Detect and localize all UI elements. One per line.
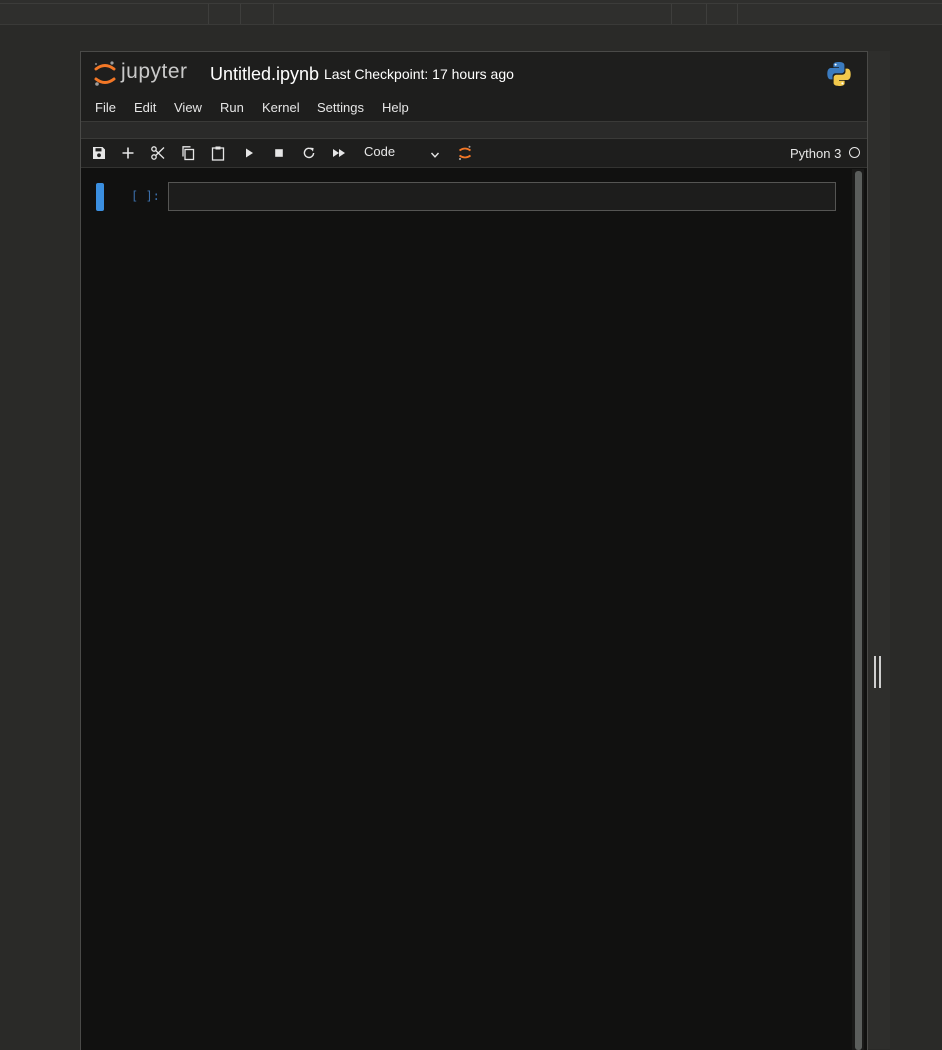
- menu-bar: File Edit View Run Kernel Settings Help: [81, 94, 867, 122]
- cut-icon[interactable]: [150, 145, 166, 161]
- menu-edit[interactable]: Edit: [134, 100, 156, 115]
- tab-divider: [737, 4, 738, 24]
- menu-run[interactable]: Run: [220, 100, 244, 115]
- grip-line: [874, 656, 876, 688]
- run-icon[interactable]: [241, 145, 257, 161]
- tab-divider: [273, 4, 274, 24]
- cell-type-value: Code: [364, 144, 396, 159]
- resize-handle[interactable]: [874, 656, 882, 688]
- cell-type-select[interactable]: Code: [364, 144, 440, 162]
- sub-bar: [81, 122, 867, 139]
- scrollbar-thumb[interactable]: [855, 171, 862, 1050]
- notebook-title[interactable]: Untitled.ipynb: [210, 64, 319, 85]
- code-cell-input[interactable]: [168, 182, 836, 211]
- jupyter-logo-icon[interactable]: [93, 60, 117, 88]
- chevron-down-icon: [430, 148, 440, 158]
- notebook-window: jupyter Untitled.ipynb Last Checkpoint: …: [80, 51, 868, 1050]
- python-logo-icon: [826, 61, 852, 87]
- save-icon[interactable]: [91, 145, 107, 161]
- notebook-header: jupyter Untitled.ipynb Last Checkpoint: …: [81, 52, 867, 95]
- tab-divider: [240, 4, 241, 24]
- add-icon[interactable]: [120, 145, 136, 161]
- jupyter-icon[interactable]: [457, 145, 473, 161]
- active-cell-marker[interactable]: [96, 183, 104, 211]
- menu-settings[interactable]: Settings: [317, 100, 364, 115]
- fast-forward-icon[interactable]: [331, 145, 347, 161]
- tab-divider: [671, 4, 672, 24]
- tab-divider: [208, 4, 209, 24]
- last-checkpoint: Last Checkpoint: 17 hours ago: [324, 66, 514, 82]
- kernel-name[interactable]: Python 3: [790, 146, 841, 161]
- restart-icon[interactable]: [301, 145, 317, 161]
- top-strip-line: [0, 3, 942, 4]
- top-tab-strip: [0, 0, 942, 25]
- cell-prompt: [ ]:: [131, 189, 160, 203]
- menu-file[interactable]: File: [95, 100, 116, 115]
- copy-icon[interactable]: [180, 145, 196, 161]
- window-shadow: [866, 51, 890, 1049]
- menu-view[interactable]: View: [174, 100, 202, 115]
- menu-help[interactable]: Help: [382, 100, 409, 115]
- paste-icon[interactable]: [210, 145, 226, 161]
- tab-divider: [706, 4, 707, 24]
- jupyter-logo-text: jupyter: [121, 60, 188, 83]
- grip-line: [879, 656, 881, 688]
- stop-icon[interactable]: [271, 145, 287, 161]
- menu-kernel[interactable]: Kernel: [262, 100, 300, 115]
- notebook-toolbar: Code Python 3: [81, 139, 867, 168]
- kernel-status-icon: [849, 147, 860, 158]
